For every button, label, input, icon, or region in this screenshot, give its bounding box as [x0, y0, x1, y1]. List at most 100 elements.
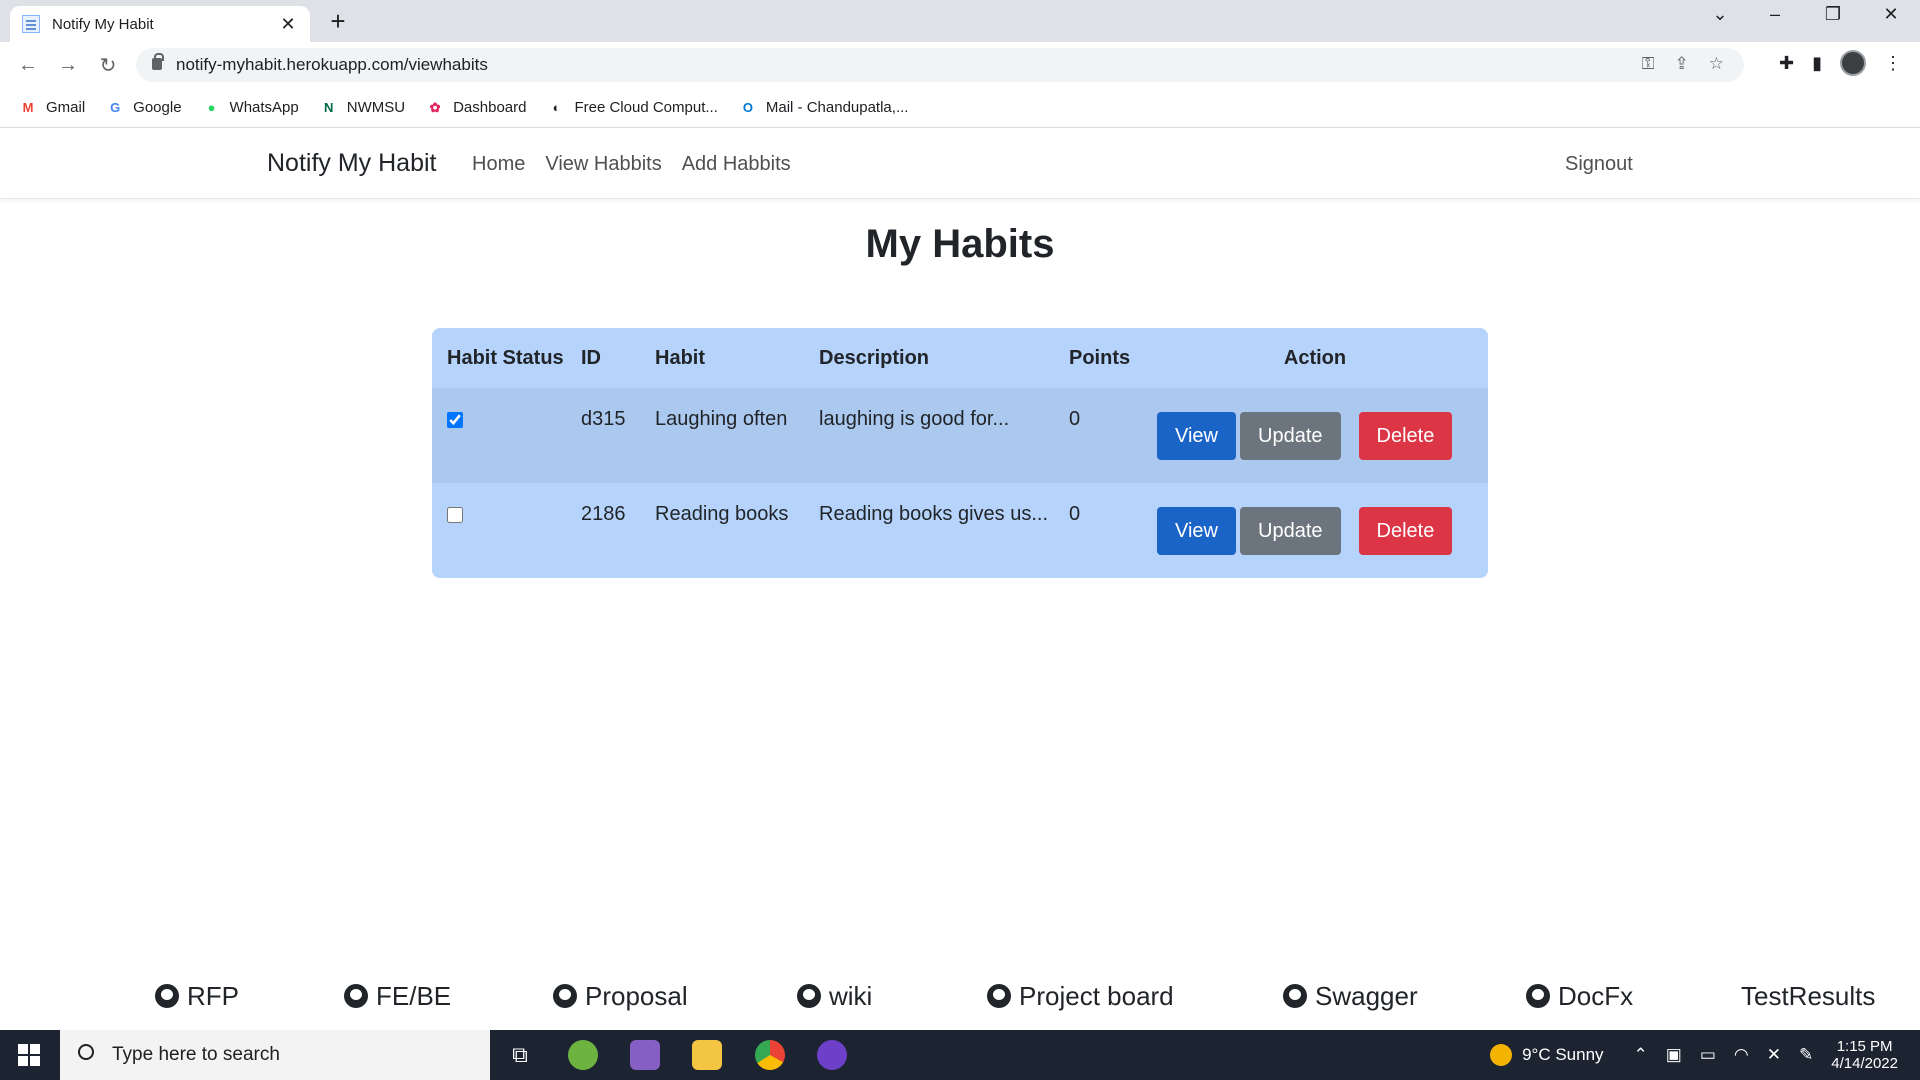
url-text: notify-myhabit.herokuapp.com/viewhabits [176, 55, 488, 74]
page-title: My Habits [865, 222, 1055, 266]
weather-text[interactable]: 9°C Sunny [1522, 1045, 1603, 1065]
close-window-icon[interactable]: ✕ [1871, 4, 1911, 25]
key-icon[interactable]: ⚿ [1642, 54, 1655, 74]
footer-link-project-board[interactable]: Project board [987, 981, 1174, 1012]
wifi-icon[interactable]: ◠ [1734, 1045, 1749, 1065]
footer-link-wiki[interactable]: wiki [797, 981, 872, 1012]
bookmark-star-icon[interactable]: ☆ [1709, 54, 1724, 74]
bookmark-label: WhatsApp [229, 99, 299, 116]
view-button[interactable]: View [1157, 507, 1236, 555]
bookmark-nwmsu[interactable]: N NWMSU [321, 99, 405, 116]
clock-time: 1:15 PM [1836, 1038, 1893, 1055]
bookmark-label: Gmail [46, 99, 86, 116]
habit-description: Reading books gives us... [804, 483, 1054, 578]
forward-icon[interactable]: → [48, 54, 88, 77]
extensions-icon[interactable]: ✚ [1779, 53, 1794, 74]
weather-icon [1490, 1044, 1513, 1066]
file-explorer-icon[interactable] [692, 1040, 722, 1070]
pen-icon[interactable]: ✎ [1799, 1045, 1813, 1065]
visual-studio-icon[interactable] [630, 1040, 660, 1070]
outlook-icon: O [742, 100, 753, 115]
bookmark-google[interactable]: G Google [107, 99, 181, 116]
delete-button[interactable]: Delete [1358, 412, 1453, 460]
chevron-up-icon[interactable]: ⌃ [1634, 1045, 1648, 1065]
github-desktop-icon[interactable] [817, 1040, 847, 1070]
footer-link-docfx[interactable]: DocFx [1526, 981, 1633, 1012]
reload-icon[interactable]: ↻ [88, 53, 128, 78]
bookmark-whatsapp[interactable]: ● WhatsApp [204, 99, 299, 116]
footer-link-label: Swagger [1315, 980, 1418, 1011]
bookmark-dashboard[interactable]: ✿ Dashboard [427, 99, 527, 116]
footer-link-proposal[interactable]: Proposal [553, 981, 688, 1012]
github-icon [1283, 984, 1307, 1008]
habits-table: Habit Status ID Habit Description Points… [432, 328, 1488, 578]
clock[interactable]: 1:15 PM 4/14/2022 [1831, 1038, 1898, 1072]
whatsapp-icon: ● [207, 100, 216, 115]
nav-home[interactable]: Home [472, 153, 525, 176]
browser-tab[interactable]: Notify My Habit ✕ [10, 6, 310, 42]
volume-muted-icon[interactable]: ✕ [1767, 1045, 1781, 1065]
header-habit-status: Habit Status [447, 346, 564, 369]
footer-link-label: DocFx [1558, 980, 1634, 1011]
footer-link-label: wiki [829, 980, 873, 1011]
restore-icon[interactable]: ❐ [1813, 4, 1853, 25]
tab-title: Notify My Habit [52, 15, 154, 33]
github-icon [797, 984, 821, 1008]
minimize-icon[interactable]: – [1755, 4, 1795, 25]
footer-link-rfp[interactable]: RFP [155, 981, 239, 1012]
update-button[interactable]: Update [1240, 412, 1341, 460]
bookmark-label: Google [133, 99, 182, 116]
side-panel-icon[interactable]: ▮ [1812, 53, 1822, 74]
habit-status-checkbox[interactable] [447, 507, 463, 523]
signout-link[interactable]: Signout [1565, 153, 1633, 176]
header-habit: Habit [655, 346, 705, 369]
footer-link-label: TestResults [1741, 980, 1876, 1011]
meet-icon[interactable]: ▣ [1666, 1045, 1682, 1065]
bookmark-outlook[interactable]: O Mail - Chandupatla,... [740, 99, 909, 116]
nav-view-habbits[interactable]: View Habbits [545, 153, 661, 176]
brand-link[interactable]: Notify My Habit [267, 149, 436, 178]
tab-search-icon[interactable]: ⌄ [1700, 4, 1740, 25]
bookmark-cloud[interactable]: ◐ Free Cloud Comput... [548, 99, 718, 116]
habit-status-checkbox[interactable] [447, 412, 463, 428]
menu-icon[interactable]: ⋮ [1884, 53, 1902, 74]
google-icon: G [110, 100, 121, 115]
bookmarks-bar: M Gmail G Google ● WhatsApp N NWMSU ✿ Dashboard ◐ F… [0, 88, 1920, 128]
table-row: 2186 Reading books Reading books gives u… [432, 483, 1488, 578]
lock-icon[interactable] [152, 53, 164, 70]
footer-link-fe-be[interactable]: FE/BE [344, 981, 451, 1012]
nav-add-habbits[interactable]: Add Habbits [682, 153, 791, 176]
bookmark-gmail[interactable]: M Gmail [20, 99, 86, 116]
view-button[interactable]: View [1157, 412, 1236, 460]
battery-icon[interactable]: ▭ [1700, 1045, 1716, 1065]
footer-link-label: Project board [1019, 980, 1174, 1011]
bookmark-label: Free Cloud Comput... [574, 99, 718, 116]
habit-points: 0 [1054, 483, 1142, 578]
taskbar-search[interactable]: Type here to search [60, 1030, 490, 1080]
gmail-icon: M [22, 100, 34, 115]
share-icon[interactable]: ⇪ [1675, 54, 1689, 74]
spring-tool-icon[interactable] [568, 1040, 598, 1070]
update-button[interactable]: Update [1240, 507, 1341, 555]
windows-start-icon[interactable] [18, 1044, 40, 1066]
chrome-icon[interactable] [755, 1040, 785, 1070]
windows-taskbar: Type here to search ⧉ 9°C Sunny ⌃ ▣ ▭ ◠ … [0, 1030, 1920, 1080]
delete-button[interactable]: Delete [1358, 507, 1453, 555]
page-favicon-icon [22, 15, 40, 33]
github-icon [155, 984, 179, 1008]
bookmark-label: Mail - Chandupatla,... [765, 99, 909, 116]
back-icon[interactable]: ← [8, 54, 48, 77]
profile-avatar[interactable] [1840, 50, 1866, 76]
github-icon [344, 984, 368, 1008]
address-bar[interactable]: notify-myhabit.herokuapp.com/viewhabits … [136, 48, 1744, 82]
footer-link-label: RFP [187, 980, 239, 1011]
dashboard-icon: ✿ [429, 99, 441, 115]
footer: RFP FE/BE Proposal wiki Project board Sw… [0, 976, 1920, 1016]
new-tab-icon[interactable]: + [326, 6, 350, 37]
footer-link-swagger[interactable]: Swagger [1283, 981, 1418, 1012]
header-description: Description [819, 346, 930, 369]
footer-link-testresults[interactable]: TestResults [1741, 981, 1875, 1012]
task-view-icon[interactable]: ⧉ [505, 1040, 535, 1070]
close-tab-icon[interactable]: ✕ [278, 14, 298, 35]
nwmsu-icon: N [324, 100, 334, 115]
